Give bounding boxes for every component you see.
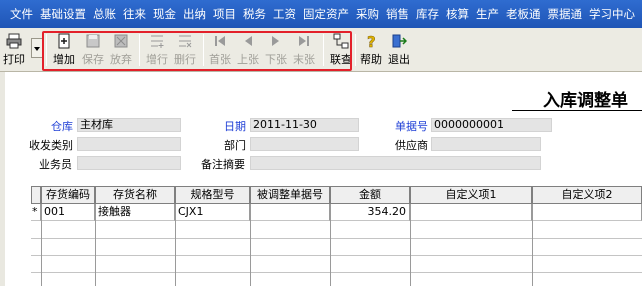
menu-payroll[interactable]: 工资 <box>273 6 296 22</box>
cell-amount[interactable]: 354.20 <box>330 204 410 221</box>
help-question-icon: ? <box>363 33 379 49</box>
column-header-custom-1[interactable]: 自定义项1 <box>410 186 532 204</box>
document-title: 入库调整单 <box>543 91 628 111</box>
column-header-amount[interactable]: 金额 <box>330 186 410 204</box>
menu-basic-settings[interactable]: 基础设置 <box>40 6 86 22</box>
grid-column-line <box>175 204 176 286</box>
grid-column-line <box>532 204 533 286</box>
menu-cashier[interactable]: 出纳 <box>183 6 206 22</box>
document-panel: 入库调整单 <box>0 72 642 286</box>
grid-row-line <box>31 238 642 239</box>
grid-column-line <box>330 204 331 286</box>
menu-inventory[interactable]: 库存 <box>416 6 439 22</box>
menu-general-ledger[interactable]: 总账 <box>93 6 116 22</box>
row-marker: * <box>31 204 41 221</box>
menu-production[interactable]: 生产 <box>476 6 499 22</box>
clerk-field[interactable] <box>77 156 181 170</box>
menu-tax[interactable]: 税务 <box>243 6 266 22</box>
menu-purchase[interactable]: 采购 <box>356 6 379 22</box>
menu-costing[interactable]: 核算 <box>446 6 469 22</box>
warehouse-label: 仓库 <box>51 120 73 133</box>
remark-label: 备注摘要 <box>201 158 245 171</box>
cell-custom-2[interactable] <box>532 204 642 221</box>
menu-fixed-assets[interactable]: 固定资产 <box>303 6 349 22</box>
grid-corner-header <box>31 186 41 204</box>
remark-field[interactable] <box>250 156 541 170</box>
date-label: 日期 <box>224 120 246 133</box>
menu-bar: 文件 基础设置 总账 往来 现金 出纳 项目 税务 工资 固定资产 采购 销售 … <box>0 0 642 28</box>
supplier-label: 供应商 <box>395 139 428 152</box>
print-button[interactable]: 打印 <box>2 33 26 69</box>
cell-spec[interactable]: CJX1 <box>175 204 250 221</box>
grid-row-line <box>31 272 642 273</box>
grid-column-line <box>250 204 251 286</box>
menu-learning[interactable]: 学习中心 <box>589 6 635 22</box>
cell-custom-1[interactable] <box>410 204 532 221</box>
highlight-box <box>42 31 352 71</box>
menu-file[interactable]: 文件 <box>10 6 33 22</box>
grid-column-line <box>95 204 96 286</box>
column-header-custom-2[interactable]: 自定义项2 <box>532 186 642 204</box>
receipt-category-label: 收发类别 <box>29 139 73 152</box>
warehouse-field[interactable]: 主材库 <box>77 118 181 132</box>
grid-column-line <box>41 204 42 286</box>
printer-icon <box>6 33 22 49</box>
column-header-adjusted-doc-no[interactable]: 被调整单据号 <box>250 186 330 204</box>
menu-project[interactable]: 项目 <box>213 6 236 22</box>
exit-door-icon <box>391 33 407 49</box>
grid-row-line <box>31 255 642 256</box>
receipt-category-field[interactable] <box>77 137 181 151</box>
toolbar-separator <box>355 34 356 66</box>
supplier-field[interactable] <box>431 137 541 151</box>
menu-sales[interactable]: 销售 <box>386 6 409 22</box>
cell-item-name[interactable]: 接触器 <box>95 204 175 221</box>
clerk-label: 业务员 <box>39 158 72 171</box>
column-header-spec[interactable]: 规格型号 <box>175 186 250 204</box>
cell-adjusted-doc-no[interactable] <box>250 204 330 221</box>
cell-item-code[interactable]: 001 <box>41 204 95 221</box>
help-button[interactable]: ? 帮助 <box>359 33 383 69</box>
title-underline <box>512 110 642 111</box>
column-header-item-code[interactable]: 存货编码 <box>41 186 95 204</box>
department-field[interactable] <box>250 137 359 151</box>
menu-bills[interactable]: 票据通 <box>548 6 583 22</box>
column-header-item-name[interactable]: 存货名称 <box>95 186 175 204</box>
exit-button[interactable]: 退出 <box>387 33 411 69</box>
menu-accounts[interactable]: 往来 <box>123 6 146 22</box>
grid-column-line <box>410 204 411 286</box>
document-number-label: 单据号 <box>395 120 428 133</box>
menu-boss[interactable]: 老板通 <box>506 6 541 22</box>
document-number-field[interactable]: 0000000001 <box>431 118 552 132</box>
date-field[interactable]: 2011-11-30 <box>250 118 359 132</box>
svg-text:?: ? <box>367 33 376 49</box>
department-label: 部门 <box>224 139 246 152</box>
menu-cash[interactable]: 现金 <box>153 6 176 22</box>
